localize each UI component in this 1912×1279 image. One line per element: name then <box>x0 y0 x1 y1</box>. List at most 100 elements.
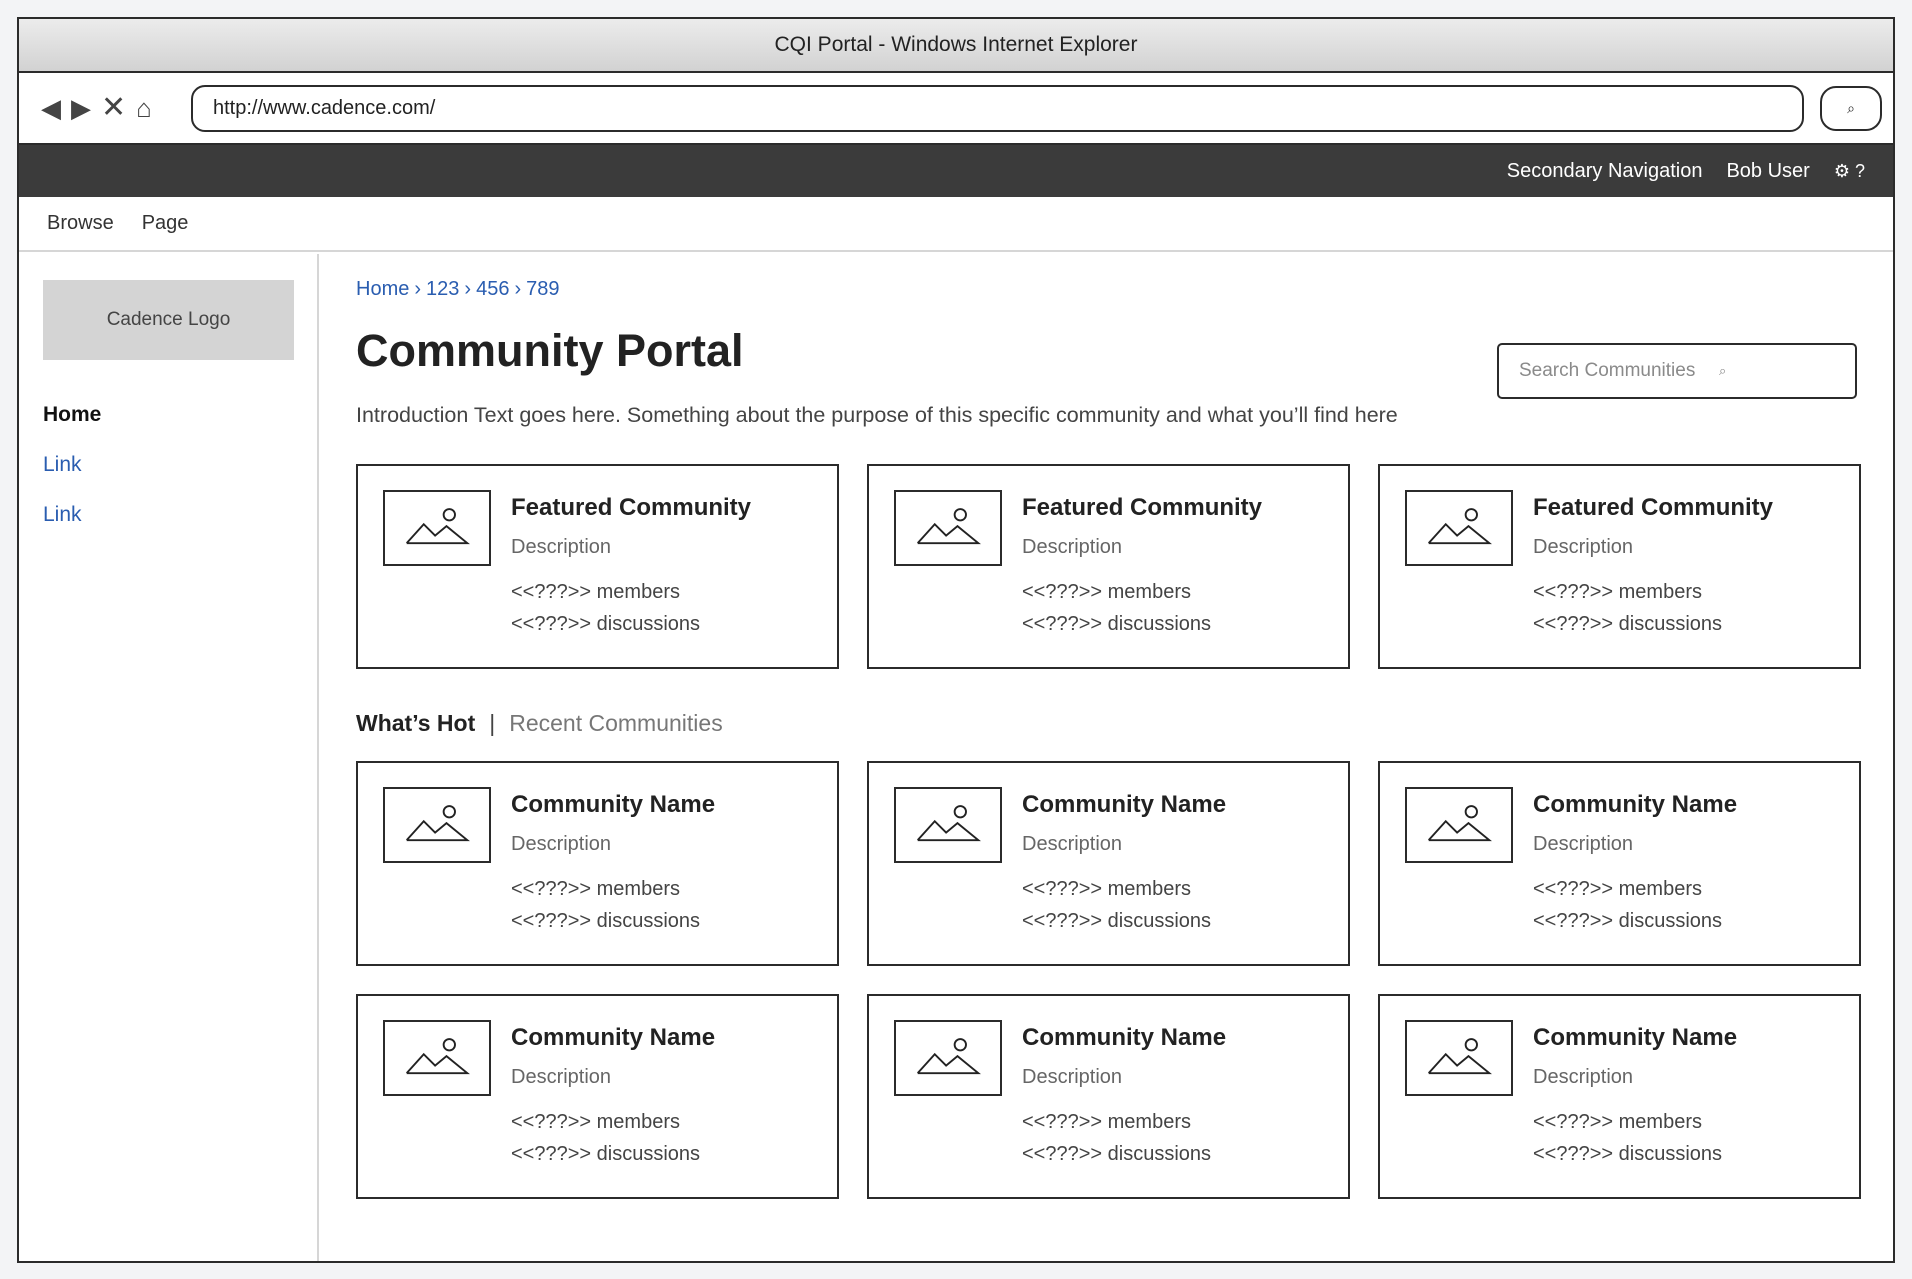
community-members: <<???>> members <box>1533 581 1702 603</box>
logo-placeholder: Cadence Logo <box>43 280 294 360</box>
tab-divider: | <box>489 710 496 736</box>
image-icon <box>405 805 470 842</box>
image-icon <box>405 1038 470 1075</box>
community-title[interactable]: Community Name <box>1022 791 1226 819</box>
image-icon <box>1427 508 1492 545</box>
community-discussions: <<???>> discussions <box>511 1143 701 1165</box>
community-title[interactable]: Featured Community <box>1022 494 1262 522</box>
community-members: <<???>> members <box>1022 878 1191 900</box>
image-placeholder-icon <box>383 490 491 566</box>
url-field-box <box>191 84 1804 132</box>
community-description: Description <box>511 1066 612 1088</box>
community-discussions: <<???>> discussions <box>1533 1143 1723 1165</box>
community-title[interactable]: Community Name <box>1533 791 1737 819</box>
community-title[interactable]: Featured Community <box>511 494 751 522</box>
community-members: <<???>> members <box>511 1111 680 1133</box>
community-members: <<???>> members <box>511 581 680 603</box>
community-card[interactable]: Featured Community Description <<???>> m… <box>356 464 839 669</box>
community-card[interactable]: Community Name Description <<???>> membe… <box>867 761 1350 966</box>
breadcrumb: Home › 123 › 456 › 789 <box>356 278 1893 301</box>
main-content: Home›123›456›789 Community Portal ⌕ Intr… <box>319 254 1893 1261</box>
window-title: CQI Portal - Windows Internet Explorer <box>774 33 1138 56</box>
breadcrumb-item[interactable]: 789 <box>526 278 559 300</box>
image-placeholder-icon <box>894 490 1002 566</box>
browser-nav-buttons: ◀ ▶ ✕ ⌂ <box>41 93 191 123</box>
top-navigation: Secondary Navigation Bob User ⚙ ? <box>19 145 1893 197</box>
community-title[interactable]: Featured Community <box>1533 494 1773 522</box>
tab-whats-hot[interactable]: What’s Hot <box>356 710 475 737</box>
address-bar: ◀ ▶ ✕ ⌂ ⌕ <box>19 73 1893 145</box>
breadcrumb-separator: › <box>464 278 472 300</box>
community-discussions: <<???>> discussions <box>1022 1143 1212 1165</box>
secondary-navigation-link[interactable]: Secondary Navigation <box>1507 160 1703 183</box>
community-description: Description <box>511 833 612 855</box>
community-description: Description <box>1022 833 1123 855</box>
logo-label: Cadence Logo <box>106 309 231 330</box>
image-placeholder-icon <box>894 787 1002 863</box>
ribbon-tab-browse[interactable]: Browse <box>47 212 114 235</box>
community-title[interactable]: Community Name <box>511 1024 715 1052</box>
image-icon <box>1427 805 1492 842</box>
stop-icon[interactable]: ✕ <box>101 93 126 123</box>
community-description: Description <box>1022 1066 1123 1088</box>
image-icon <box>916 805 981 842</box>
browser-window: CQI Portal - Windows Internet Explorer ◀… <box>17 17 1895 1263</box>
community-discussions: <<???>> discussions <box>1022 910 1212 932</box>
community-list: Community Name Description <<???>> membe… <box>356 761 1893 1199</box>
community-description: Description <box>1533 536 1634 558</box>
community-title[interactable]: Community Name <box>1022 1024 1226 1052</box>
community-card[interactable]: Community Name Description <<???>> membe… <box>1378 761 1861 966</box>
search-icon[interactable]: ⌕ <box>1719 363 1726 379</box>
community-discussions: <<???>> discussions <box>1533 613 1723 635</box>
image-placeholder-icon <box>1405 490 1513 566</box>
image-placeholder-icon <box>383 1020 491 1096</box>
community-card[interactable]: Community Name Description <<???>> membe… <box>356 761 839 966</box>
community-card[interactable]: Community Name Description <<???>> membe… <box>1378 994 1861 1199</box>
image-placeholder-icon <box>894 1020 1002 1096</box>
url-input[interactable] <box>213 96 1802 120</box>
community-members: <<???>> members <box>1022 1111 1191 1133</box>
window-title-bar: CQI Portal - Windows Internet Explorer <box>19 19 1893 73</box>
search-input[interactable] <box>1519 360 1719 382</box>
community-title[interactable]: Community Name <box>511 791 715 819</box>
ribbon-tabs: Browse Page <box>19 197 1893 252</box>
breadcrumb-item[interactable]: Home <box>356 278 409 300</box>
community-card[interactable]: Featured Community Description <<???>> m… <box>1378 464 1861 669</box>
community-discussions: <<???>> discussions <box>1533 910 1723 932</box>
community-members: <<???>> members <box>511 878 680 900</box>
page-body: Cadence Logo Home Link Link Home › 123 › 456… <box>19 254 1893 1261</box>
community-discussions: <<???>> discussions <box>511 910 701 932</box>
community-card[interactable]: Community Name Description <<???>> membe… <box>356 994 839 1199</box>
community-discussions: <<???>> discussions <box>1022 613 1212 635</box>
community-description: Description <box>1533 1066 1634 1088</box>
search-icon: ⌕ <box>1847 99 1855 116</box>
breadcrumb-item[interactable]: 456 <box>476 278 509 300</box>
sidebar-item-link[interactable]: Link <box>43 490 317 540</box>
community-title[interactable]: Community Name <box>1533 1024 1737 1052</box>
sidebar-item-home[interactable]: Home <box>43 390 317 440</box>
breadcrumb-item[interactable]: 123 <box>426 278 459 300</box>
home-icon[interactable]: ⌂ <box>136 95 152 121</box>
user-menu[interactable]: Bob User <box>1726 160 1809 183</box>
community-members: <<???>> members <box>1533 878 1702 900</box>
community-members: <<???>> members <box>1022 581 1191 603</box>
ribbon-tab-page[interactable]: Page <box>142 212 189 235</box>
community-card[interactable]: Featured Community Description <<???>> m… <box>867 464 1350 669</box>
back-icon[interactable]: ◀ <box>41 95 61 121</box>
go-button[interactable]: ⌕ <box>1820 85 1882 131</box>
community-description: Description <box>1533 833 1634 855</box>
sidebar-item-link[interactable]: Link <box>43 440 317 490</box>
community-members: <<???>> members <box>1533 1111 1702 1133</box>
forward-icon[interactable]: ▶ <box>71 95 91 121</box>
image-icon <box>405 508 470 545</box>
image-placeholder-icon <box>383 787 491 863</box>
community-tabs: What’s Hot | Recent Communities <box>356 710 1893 737</box>
tab-recent-communities[interactable]: Recent Communities <box>509 710 722 737</box>
community-card[interactable]: Community Name Description <<???>> membe… <box>867 994 1350 1199</box>
intro-text: Introduction Text goes here. Something a… <box>356 403 1398 427</box>
community-discussions: <<???>> discussions <box>511 613 701 635</box>
settings-help-icon[interactable]: ⚙ ? <box>1834 161 1865 182</box>
image-placeholder-icon <box>1405 1020 1513 1096</box>
image-icon <box>916 508 981 545</box>
breadcrumb-separator: › <box>514 278 522 300</box>
